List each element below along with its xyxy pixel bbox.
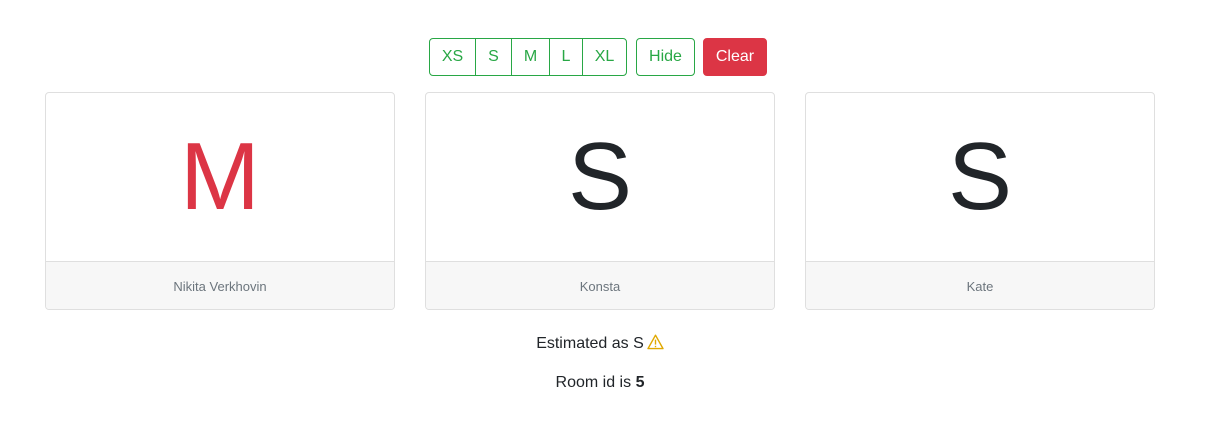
card-vote-value: M: [180, 123, 260, 230]
card-vote-value: S: [947, 123, 1013, 230]
estimate-text: Estimated as S: [0, 334, 1200, 355]
card-body: M: [46, 93, 394, 261]
size-xl-button[interactable]: XL: [582, 38, 627, 76]
room-id-value: 5: [635, 374, 645, 391]
size-s-button[interactable]: S: [475, 38, 512, 76]
vote-card: S Kate: [805, 92, 1155, 310]
card-body: S: [426, 93, 774, 261]
hide-button[interactable]: Hide: [636, 38, 695, 76]
card-body: S: [806, 93, 1154, 261]
estimate-label: Estimated as S: [536, 335, 644, 352]
card-voter-name: Konsta: [426, 261, 774, 309]
size-l-button[interactable]: L: [549, 38, 583, 76]
card-voter-name: Kate: [806, 261, 1154, 309]
warning-icon: [647, 334, 664, 355]
vote-card: S Konsta: [425, 92, 775, 310]
size-button-group: XS S M L XL: [429, 38, 627, 76]
card-vote-value: S: [567, 123, 633, 230]
toolbar: XS S M L XL Hide Clear: [429, 38, 767, 76]
vote-card: M Nikita Verkhovin: [45, 92, 395, 310]
room-id-label: Room id is: [555, 374, 632, 391]
clear-button[interactable]: Clear: [703, 38, 767, 76]
card-voter-name: Nikita Verkhovin: [46, 261, 394, 309]
size-xs-button[interactable]: XS: [429, 38, 476, 76]
room-id-text: Room id is 5: [0, 374, 1200, 392]
size-m-button[interactable]: M: [511, 38, 550, 76]
